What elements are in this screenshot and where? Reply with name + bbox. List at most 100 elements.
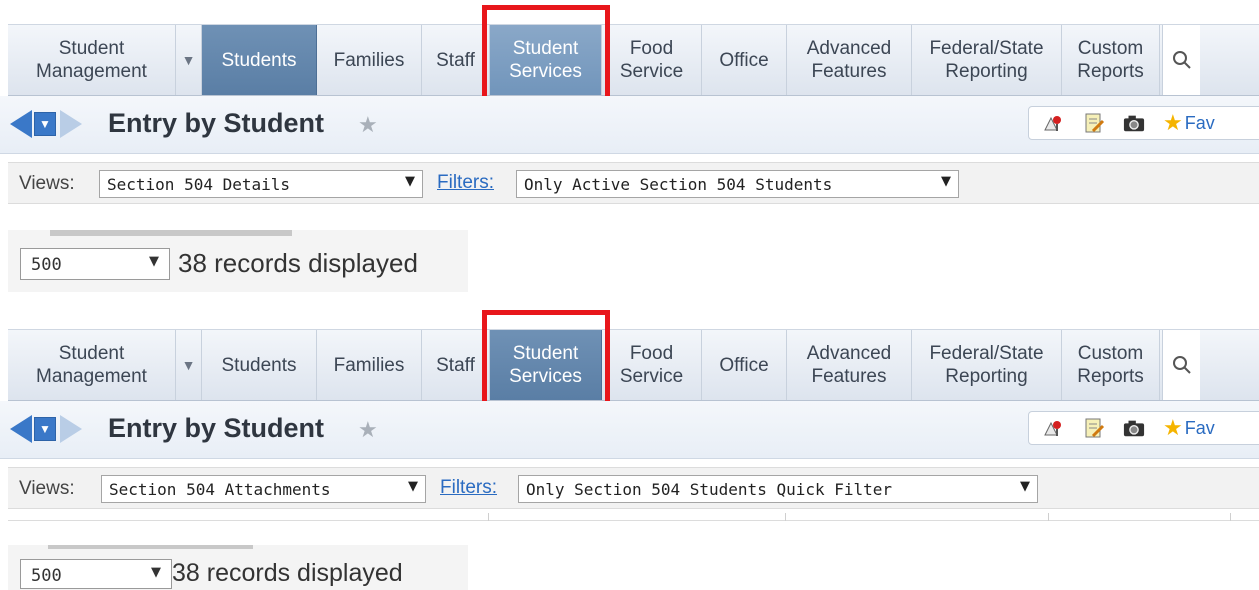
page-size-value: 500	[31, 566, 62, 586]
column-divider	[1048, 513, 1049, 521]
map-icon[interactable]	[1043, 417, 1065, 439]
page-toolbar: ★ Fav	[1028, 411, 1259, 445]
tab-label-line1: Student	[512, 38, 579, 59]
tab-dropdown-button[interactable]: ▼	[176, 330, 202, 400]
tab-staff[interactable]: Staff	[422, 330, 490, 400]
page-toolbar: ★ Fav	[1028, 106, 1259, 140]
caret-down-icon: ▼	[405, 174, 415, 189]
tab-label-line2: Reporting	[945, 61, 1028, 82]
views-select[interactable]: Section 504 Attachments ▼	[101, 475, 426, 503]
tab-label-line1: Student	[58, 38, 125, 59]
record-list-dropdown[interactable]: ▼	[34, 417, 56, 441]
tab-students[interactable]: Students	[202, 330, 317, 400]
tab-food-service[interactable]: Food Service	[602, 330, 702, 400]
tab-label: Students	[221, 354, 297, 376]
tab-federal-state-reporting[interactable]: Federal/State Reporting	[912, 330, 1062, 400]
column-divider	[1230, 513, 1231, 521]
tab-label-line2: Reporting	[945, 366, 1028, 387]
filters-select[interactable]: Only Active Section 504 Students ▼	[516, 170, 959, 198]
next-record-icon[interactable]	[60, 110, 82, 138]
views-filters-bar: Views: Section 504 Attachments ▼ Filters…	[8, 467, 1259, 509]
star-icon: ★	[1163, 110, 1183, 135]
page-title: Entry by Student	[108, 108, 325, 138]
page-size-select[interactable]: 500 ▼	[20, 559, 172, 589]
caret-down-icon: ▼	[1020, 479, 1030, 494]
tab-label-line1: Student	[58, 343, 125, 364]
records-bar: 500 ▼ 38 records displayed	[8, 230, 468, 292]
edit-note-icon[interactable]	[1083, 112, 1105, 134]
caret-down-icon: ▼	[149, 254, 159, 269]
tab-student-services[interactable]: Student Services	[490, 25, 602, 95]
tab-advanced-features[interactable]: Advanced Features	[787, 330, 912, 400]
tab-student-management[interactable]: Student Management	[8, 330, 176, 400]
tab-label-line2: Service	[619, 366, 684, 387]
views-label: Views:	[19, 478, 75, 499]
caret-down-icon: ▼	[39, 117, 51, 131]
table-header-edge	[8, 513, 1259, 521]
favorites-button[interactable]: ★ Fav	[1163, 110, 1215, 136]
filters-select-value: Only Active Section 504 Students	[524, 175, 833, 194]
tab-label-line1: Custom	[1077, 38, 1144, 59]
views-label: Views:	[19, 173, 75, 194]
tab-office[interactable]: Office	[702, 330, 787, 400]
tab-federal-state-reporting[interactable]: Federal/State Reporting	[912, 25, 1062, 95]
star-icon: ★	[1163, 415, 1183, 440]
camera-icon[interactable]	[1123, 112, 1145, 134]
caret-down-icon: ▼	[181, 357, 196, 373]
views-select-value: Section 504 Attachments	[109, 480, 331, 499]
favorite-star-icon[interactable]: ★	[358, 112, 378, 138]
favorite-star-icon[interactable]: ★	[358, 417, 378, 443]
tab-label-line2: Features	[811, 61, 887, 82]
record-list-dropdown[interactable]: ▼	[34, 112, 56, 136]
tab-student-management[interactable]: Student Management	[8, 25, 176, 95]
page-header: ▼ Entry by Student ★ ★ Fav	[0, 96, 1259, 154]
tab-students[interactable]: Students	[202, 25, 317, 95]
camera-icon[interactable]	[1123, 417, 1145, 439]
tab-staff[interactable]: Staff	[422, 25, 490, 95]
tab-label: Families	[333, 354, 405, 376]
tab-families[interactable]: Families	[317, 25, 422, 95]
tab-label-line2: Management	[36, 61, 147, 82]
tab-label-line1: Federal/State	[929, 343, 1044, 364]
previous-record-icon[interactable]	[10, 110, 32, 138]
column-divider	[785, 513, 786, 521]
page-size-select[interactable]: 500 ▼	[20, 248, 170, 280]
caret-down-icon: ▼	[39, 422, 51, 436]
tab-custom-reports[interactable]: Custom Reports	[1062, 330, 1160, 400]
favorites-button[interactable]: ★ Fav	[1163, 415, 1215, 441]
caret-down-icon: ▼	[181, 52, 196, 68]
tab-label-line2: Features	[811, 366, 887, 387]
tab-label: Office	[719, 49, 769, 71]
records-tab-strip	[50, 230, 292, 236]
tab-label-line2: Reports	[1077, 366, 1144, 387]
filters-select[interactable]: Only Section 504 Students Quick Filter ▼	[518, 475, 1038, 503]
tab-dropdown-button[interactable]: ▼	[176, 25, 202, 95]
filters-select-value: Only Section 504 Students Quick Filter	[526, 480, 893, 499]
tab-custom-reports[interactable]: Custom Reports	[1062, 25, 1160, 95]
views-select-value: Section 504 Details	[107, 175, 291, 194]
tab-office[interactable]: Office	[702, 25, 787, 95]
nav-search-button[interactable]	[1162, 330, 1200, 400]
record-count: 38 records displayed	[178, 248, 418, 278]
nav-search-button[interactable]	[1162, 25, 1200, 95]
tab-label-line2: Services	[509, 61, 582, 82]
tab-label-line1: Advanced	[806, 343, 892, 364]
map-icon[interactable]	[1043, 112, 1065, 134]
next-record-icon[interactable]	[60, 415, 82, 443]
tab-student-services[interactable]: Student Services	[490, 330, 602, 400]
main-nav-bar: Student Management ▼ Students Families St…	[8, 329, 1259, 401]
views-select[interactable]: Section 504 Details ▼	[99, 170, 423, 198]
tab-families[interactable]: Families	[317, 330, 422, 400]
tab-label: Staff	[436, 49, 475, 71]
edit-note-icon[interactable]	[1083, 417, 1105, 439]
page-size-value: 500	[31, 255, 62, 275]
tab-label-line2: Services	[509, 366, 582, 387]
filters-link[interactable]: Filters:	[440, 477, 497, 499]
filters-link[interactable]: Filters:	[437, 172, 494, 194]
tab-label-line1: Custom	[1077, 343, 1144, 364]
previous-record-icon[interactable]	[10, 415, 32, 443]
record-count: 38 records displayed	[172, 559, 403, 587]
tab-food-service[interactable]: Food Service	[602, 25, 702, 95]
tab-label-line2: Management	[36, 366, 147, 387]
tab-advanced-features[interactable]: Advanced Features	[787, 25, 912, 95]
